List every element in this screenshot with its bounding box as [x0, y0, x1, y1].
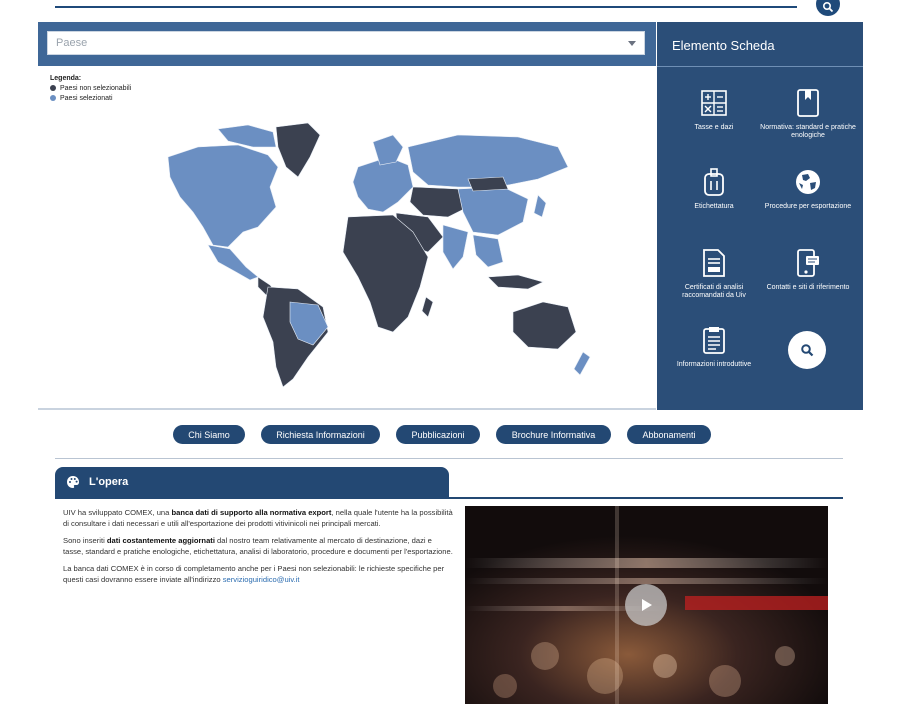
- text-bold: dati costantemente aggiornati: [106, 536, 215, 545]
- nav-label: Abbonamenti: [642, 429, 696, 440]
- opera-paragraph: La banca dati COMEX è in corso di comple…: [63, 563, 453, 585]
- country-select[interactable]: Paese: [47, 31, 645, 55]
- palette-icon: [67, 476, 79, 488]
- tile-procedure[interactable]: Procedure per esportazione: [760, 167, 856, 211]
- map-panel: Paese Legenda: Paesi non selezionabili P…: [38, 22, 656, 410]
- opera-paragraph: UIV ha sviluppato COMEX, una banca dati …: [63, 507, 453, 529]
- tile-label: Procedure per esportazione: [764, 203, 852, 210]
- map-greenland[interactable]: [275, 122, 321, 178]
- legend-dot-selected: [50, 95, 56, 102]
- top-search-underline: [55, 6, 797, 8]
- text-bold: banca dati di supporto alla normativa ex…: [171, 508, 332, 517]
- map-southeast-asia[interactable]: [472, 234, 504, 268]
- map-mongolia[interactable]: [467, 176, 509, 192]
- clipboard-icon: [699, 325, 729, 355]
- nav-divider: [55, 458, 843, 459]
- text: Sono inseriti: [63, 536, 107, 545]
- certificate-icon: [699, 248, 729, 278]
- play-button[interactable]: [625, 584, 667, 626]
- map-new-zealand[interactable]: [573, 351, 591, 376]
- legend-dot-unselectable: [50, 85, 56, 92]
- tile-normativa[interactable]: Normativa: standard e pratiche enologich…: [760, 88, 856, 140]
- map-europe[interactable]: [352, 156, 414, 213]
- tile-certificati[interactable]: Certificati di analisi raccomandati da U…: [666, 248, 762, 300]
- tile-label: Certificati di analisi raccomandati da U…: [682, 284, 746, 299]
- legend-label: Paesi non selezionabili: [60, 85, 132, 92]
- chevron-down-icon: [628, 41, 636, 46]
- map-mexico[interactable]: [207, 244, 259, 281]
- email-link[interactable]: servizioguiridico@uiv.it: [223, 575, 300, 584]
- tile-label: Etichettatura: [694, 203, 734, 210]
- legend-label: Paesi selezionati: [60, 95, 113, 102]
- tile-contatti[interactable]: Contatti e siti di riferimento: [760, 248, 856, 292]
- map-china[interactable]: [457, 186, 529, 236]
- country-select-placeholder: Paese: [56, 37, 88, 49]
- map-canada-north[interactable]: [217, 124, 277, 148]
- map-divider: [38, 408, 656, 410]
- opera-divider: [55, 497, 843, 499]
- nav-pubblicazioni[interactable]: Pubblicazioni: [396, 425, 480, 444]
- nav-label: Chi Siamo: [188, 429, 230, 440]
- panel-title: Elemento Scheda: [672, 38, 775, 53]
- map-north-america[interactable]: [167, 144, 279, 248]
- nav-label: Pubblicazioni: [411, 429, 465, 440]
- map-india[interactable]: [442, 224, 469, 270]
- opera-header: L'opera: [55, 467, 449, 497]
- nav-richiesta-informazioni[interactable]: Richiesta Informazioni: [261, 425, 380, 444]
- tile-etichettatura[interactable]: Etichettatura: [666, 167, 762, 211]
- top-search-button[interactable]: [816, 0, 840, 16]
- opera-paragraph: Sono inseriti dati costantemente aggiorn…: [63, 535, 453, 557]
- legend-item: Paesi selezionati: [50, 94, 131, 104]
- nav-brochure-informativa[interactable]: Brochure Informativa: [496, 425, 611, 444]
- world-map[interactable]: [158, 117, 598, 392]
- tile-tasse-dazi[interactable]: Tasse e dazi: [666, 88, 762, 132]
- nav-label: Richiesta Informazioni: [276, 429, 365, 440]
- opera-title: L'opera: [89, 476, 129, 488]
- tile-informazioni[interactable]: Informazioni introduttive: [666, 325, 762, 369]
- play-icon: [642, 599, 652, 611]
- map-legend: Legenda: Paesi non selezionabili Paesi s…: [50, 74, 131, 104]
- tile-label: Contatti e siti di riferimento: [766, 284, 850, 291]
- opera-description: UIV ha sviluppato COMEX, una banca dati …: [63, 507, 453, 591]
- map-japan[interactable]: [533, 194, 547, 218]
- page: Paese Legenda: Paesi non selezionabili P…: [0, 0, 900, 709]
- map-indonesia[interactable]: [487, 274, 544, 290]
- map-header: Paese: [38, 22, 656, 66]
- map-australia[interactable]: [512, 301, 577, 350]
- nav-abbonamenti[interactable]: Abbonamenti: [627, 425, 711, 444]
- legend-item: Paesi non selezionabili: [50, 84, 131, 94]
- search-icon: [801, 344, 814, 357]
- label-icon: [699, 167, 729, 197]
- panel-divider: [657, 66, 863, 67]
- text: UIV ha sviluppato COMEX, una: [63, 508, 172, 517]
- legend-title: Legenda:: [50, 75, 82, 82]
- nav-label: Brochure Informativa: [511, 429, 596, 440]
- search-icon: [822, 1, 834, 13]
- map-madagascar[interactable]: [421, 296, 434, 318]
- nav-chi-siamo[interactable]: Chi Siamo: [173, 425, 245, 444]
- tile-label: Normativa: standard e pratiche enologich…: [760, 124, 856, 139]
- calculator-icon: [699, 88, 729, 118]
- tile-label: Tasse e dazi: [694, 124, 734, 131]
- panel-search-button[interactable]: [788, 331, 826, 369]
- globe-icon: [793, 167, 823, 197]
- book-icon: [793, 88, 823, 118]
- contact-phone-icon: [793, 248, 823, 278]
- tile-label: Informazioni introduttive: [676, 361, 752, 368]
